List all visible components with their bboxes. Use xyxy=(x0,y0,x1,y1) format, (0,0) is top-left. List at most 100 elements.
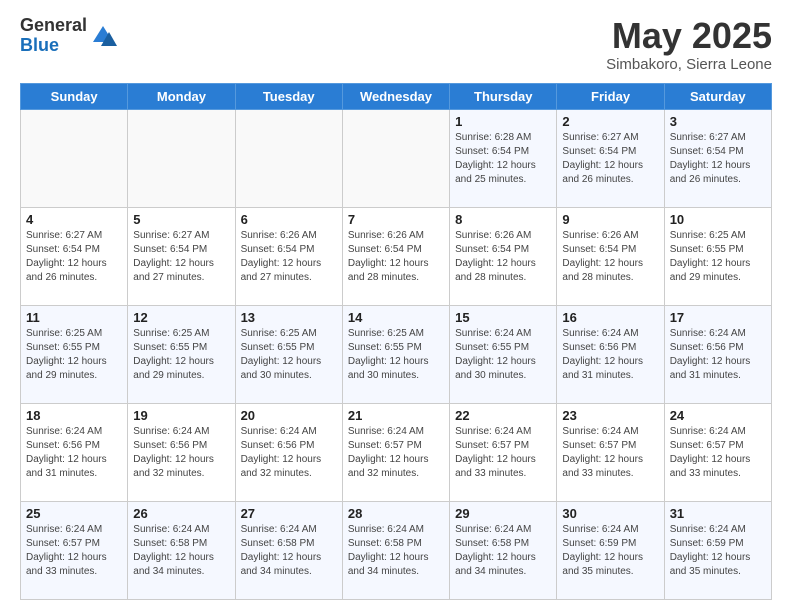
cell-info: Sunrise: 6:24 AM Sunset: 6:57 PM Dayligh… xyxy=(348,425,444,481)
day-number: 21 xyxy=(348,408,444,423)
day-number: 8 xyxy=(455,212,551,227)
cell-info: Sunrise: 6:25 AM Sunset: 6:55 PM Dayligh… xyxy=(26,327,122,383)
header-thursday: Thursday xyxy=(450,83,557,109)
calendar-week-2: 11 Sunrise: 6:25 AM Sunset: 6:55 PM Dayli… xyxy=(21,305,772,403)
day-number: 22 xyxy=(455,408,551,423)
subtitle: Simbakoro, Sierra Leone xyxy=(606,56,772,73)
cell-info: Sunrise: 6:27 AM Sunset: 6:54 PM Dayligh… xyxy=(670,131,766,187)
header-wednesday: Wednesday xyxy=(342,83,449,109)
cell-info: Sunrise: 6:27 AM Sunset: 6:54 PM Dayligh… xyxy=(133,229,229,285)
day-number: 15 xyxy=(455,310,551,325)
day-number: 5 xyxy=(133,212,229,227)
header-sunday: Sunday xyxy=(21,83,128,109)
table-row: 18 Sunrise: 6:24 AM Sunset: 6:56 PM Dayli… xyxy=(21,403,128,501)
logo-general: General xyxy=(20,16,87,36)
table-row: 20 Sunrise: 6:24 AM Sunset: 6:56 PM Dayli… xyxy=(235,403,342,501)
cell-info: Sunrise: 6:24 AM Sunset: 6:59 PM Dayligh… xyxy=(670,523,766,579)
calendar-week-4: 25Sunrise: 6:24 AM Sunset: 6:57 PM Dayli… xyxy=(21,501,772,599)
month-title: May 2025 xyxy=(606,16,772,56)
table-row: 7 Sunrise: 6:26 AM Sunset: 6:54 PM Daylig… xyxy=(342,207,449,305)
cell-info: Sunrise: 6:27 AM Sunset: 6:54 PM Dayligh… xyxy=(26,229,122,285)
table-row: 16 Sunrise: 6:24 AM Sunset: 6:56 PM Dayli… xyxy=(557,305,664,403)
header-friday: Friday xyxy=(557,83,664,109)
cell-info: Sunrise: 6:24 AM Sunset: 6:59 PM Dayligh… xyxy=(562,523,658,579)
table-row: 28 Sunrise: 6:24 AM Sunset: 6:58 PM Dayli… xyxy=(342,501,449,599)
table-row: 19 Sunrise: 6:24 AM Sunset: 6:56 PM Dayli… xyxy=(128,403,235,501)
day-number: 24 xyxy=(670,408,766,423)
cell-info: Sunrise: 6:26 AM Sunset: 6:54 PM Dayligh… xyxy=(348,229,444,285)
day-number: 23 xyxy=(562,408,658,423)
header-monday: Monday xyxy=(128,83,235,109)
table-row: 17Sunrise: 6:24 AM Sunset: 6:56 PM Dayli… xyxy=(664,305,771,403)
table-row: 13 Sunrise: 6:25 AM Sunset: 6:55 PM Dayli… xyxy=(235,305,342,403)
table-row: 1 Sunrise: 6:28 AM Sunset: 6:54 PM Daylig… xyxy=(450,109,557,207)
day-number: 13 xyxy=(241,310,337,325)
day-number: 1 xyxy=(455,114,551,129)
table-row xyxy=(235,109,342,207)
table-row: 2Sunrise: 6:27 AM Sunset: 6:54 PM Daylig… xyxy=(557,109,664,207)
cell-info: Sunrise: 6:24 AM Sunset: 6:57 PM Dayligh… xyxy=(562,425,658,481)
table-row: 3 Sunrise: 6:27 AM Sunset: 6:54 PM Daylig… xyxy=(664,109,771,207)
calendar-week-3: 18 Sunrise: 6:24 AM Sunset: 6:56 PM Dayli… xyxy=(21,403,772,501)
table-row: 21 Sunrise: 6:24 AM Sunset: 6:57 PM Dayli… xyxy=(342,403,449,501)
day-number: 28 xyxy=(348,506,444,521)
day-number: 16 xyxy=(562,310,658,325)
table-row: 10 Sunrise: 6:25 AM Sunset: 6:55 PM Dayli… xyxy=(664,207,771,305)
page: General Blue May 2025 Simbakoro, Sierra … xyxy=(0,0,792,612)
table-row: 12 Sunrise: 6:25 AM Sunset: 6:55 PM Dayli… xyxy=(128,305,235,403)
cell-info: Sunrise: 6:28 AM Sunset: 6:54 PM Dayligh… xyxy=(455,131,551,187)
calendar-header-row: Sunday Monday Tuesday Wednesday Thursday… xyxy=(21,83,772,109)
cell-info: Sunrise: 6:24 AM Sunset: 6:58 PM Dayligh… xyxy=(348,523,444,579)
cell-info: Sunrise: 6:24 AM Sunset: 6:56 PM Dayligh… xyxy=(26,425,122,481)
cell-info: Sunrise: 6:24 AM Sunset: 6:58 PM Dayligh… xyxy=(241,523,337,579)
day-number: 6 xyxy=(241,212,337,227)
day-number: 20 xyxy=(241,408,337,423)
cell-info: Sunrise: 6:24 AM Sunset: 6:55 PM Dayligh… xyxy=(455,327,551,383)
cell-info: Sunrise: 6:24 AM Sunset: 6:57 PM Dayligh… xyxy=(455,425,551,481)
cell-info: Sunrise: 6:24 AM Sunset: 6:56 PM Dayligh… xyxy=(241,425,337,481)
calendar-week-0: 1 Sunrise: 6:28 AM Sunset: 6:54 PM Daylig… xyxy=(21,109,772,207)
day-number: 10 xyxy=(670,212,766,227)
table-row: 29Sunrise: 6:24 AM Sunset: 6:58 PM Dayli… xyxy=(450,501,557,599)
header-saturday: Saturday xyxy=(664,83,771,109)
cell-info: Sunrise: 6:24 AM Sunset: 6:56 PM Dayligh… xyxy=(133,425,229,481)
cell-info: Sunrise: 6:24 AM Sunset: 6:56 PM Dayligh… xyxy=(562,327,658,383)
cell-info: Sunrise: 6:25 AM Sunset: 6:55 PM Dayligh… xyxy=(670,229,766,285)
table-row: 22 Sunrise: 6:24 AM Sunset: 6:57 PM Dayli… xyxy=(450,403,557,501)
table-row: 23 Sunrise: 6:24 AM Sunset: 6:57 PM Dayli… xyxy=(557,403,664,501)
table-row: 31 Sunrise: 6:24 AM Sunset: 6:59 PM Dayli… xyxy=(664,501,771,599)
day-number: 26 xyxy=(133,506,229,521)
day-number: 19 xyxy=(133,408,229,423)
table-row: 30 Sunrise: 6:24 AM Sunset: 6:59 PM Dayli… xyxy=(557,501,664,599)
logo: General Blue xyxy=(20,16,117,56)
logo-icon xyxy=(89,22,117,50)
cell-info: Sunrise: 6:25 AM Sunset: 6:55 PM Dayligh… xyxy=(241,327,337,383)
day-number: 29 xyxy=(455,506,551,521)
header: General Blue May 2025 Simbakoro, Sierra … xyxy=(20,16,772,73)
table-row xyxy=(128,109,235,207)
day-number: 7 xyxy=(348,212,444,227)
table-row: 9Sunrise: 6:26 AM Sunset: 6:54 PM Daylig… xyxy=(557,207,664,305)
cell-info: Sunrise: 6:25 AM Sunset: 6:55 PM Dayligh… xyxy=(348,327,444,383)
table-row xyxy=(342,109,449,207)
table-row: 6Sunrise: 6:26 AM Sunset: 6:54 PM Daylig… xyxy=(235,207,342,305)
day-number: 11 xyxy=(26,310,122,325)
day-number: 3 xyxy=(670,114,766,129)
day-number: 4 xyxy=(26,212,122,227)
cell-info: Sunrise: 6:24 AM Sunset: 6:58 PM Dayligh… xyxy=(133,523,229,579)
table-row: 14 Sunrise: 6:25 AM Sunset: 6:55 PM Dayli… xyxy=(342,305,449,403)
cell-info: Sunrise: 6:25 AM Sunset: 6:55 PM Dayligh… xyxy=(133,327,229,383)
day-number: 31 xyxy=(670,506,766,521)
table-row: 4 Sunrise: 6:27 AM Sunset: 6:54 PM Daylig… xyxy=(21,207,128,305)
day-number: 14 xyxy=(348,310,444,325)
table-row: 24Sunrise: 6:24 AM Sunset: 6:57 PM Dayli… xyxy=(664,403,771,501)
header-tuesday: Tuesday xyxy=(235,83,342,109)
day-number: 30 xyxy=(562,506,658,521)
day-number: 12 xyxy=(133,310,229,325)
cell-info: Sunrise: 6:24 AM Sunset: 6:57 PM Dayligh… xyxy=(26,523,122,579)
table-row: 26 Sunrise: 6:24 AM Sunset: 6:58 PM Dayli… xyxy=(128,501,235,599)
day-number: 27 xyxy=(241,506,337,521)
day-number: 18 xyxy=(26,408,122,423)
table-row: 27 Sunrise: 6:24 AM Sunset: 6:58 PM Dayli… xyxy=(235,501,342,599)
table-row: 5 Sunrise: 6:27 AM Sunset: 6:54 PM Daylig… xyxy=(128,207,235,305)
